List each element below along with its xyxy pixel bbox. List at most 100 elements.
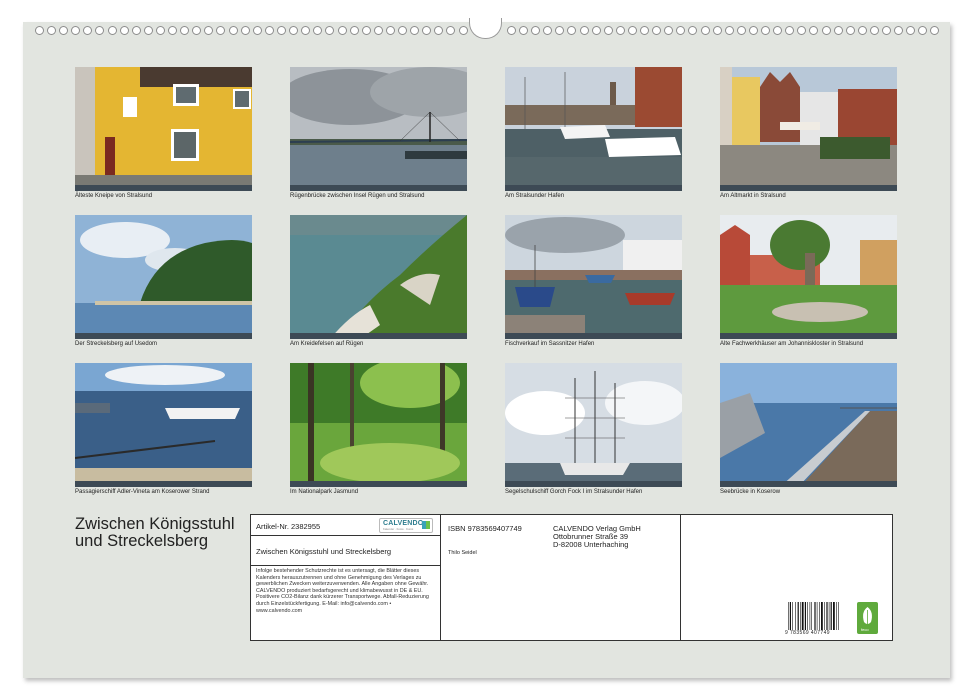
photo-image — [75, 215, 252, 339]
binding-hole — [204, 26, 213, 35]
binding-hole — [555, 26, 564, 35]
binding-hole — [930, 26, 939, 35]
binding-hole — [313, 26, 322, 35]
binding-hole — [918, 26, 927, 35]
binding-hole — [894, 26, 903, 35]
binding-hole — [761, 26, 770, 35]
binding-hole — [156, 26, 165, 35]
photo-chalk-cliff — [290, 215, 467, 339]
photo-caption: Im Nationalpark Jasmund — [290, 489, 359, 495]
barcode — [788, 602, 839, 630]
binding-hole — [822, 26, 831, 35]
binding-hole — [749, 26, 758, 35]
photo-caption: Seebrücke in Koserow — [720, 489, 781, 495]
photo-caption: Fischverkauf im Sassnitzer Hafen — [505, 341, 595, 347]
photo-image — [720, 67, 897, 191]
photo-image — [505, 363, 682, 487]
binding-hole — [410, 26, 419, 35]
binding-hole — [95, 26, 104, 35]
photo-caption: Segelschulschiff Gorch Fock I im Stralsu… — [505, 489, 643, 495]
binding-hole — [628, 26, 637, 35]
title-line-1: Zwischen Königsstuhl — [75, 515, 235, 533]
photo-yellow-house — [75, 67, 252, 191]
photo-caption: Älteste Kneipe von Stralsund — [75, 193, 153, 199]
binding-hole — [422, 26, 431, 35]
binding-hole — [301, 26, 310, 35]
binding-hole — [35, 26, 44, 35]
divider — [251, 565, 440, 566]
author: Thilo Seidel — [448, 550, 477, 556]
binding-hole — [882, 26, 891, 35]
binding-hole — [676, 26, 685, 35]
calendar-title: Zwischen Königsstuhl und Streckelsberg — [75, 516, 235, 550]
divider — [680, 515, 681, 640]
binding-hole — [362, 26, 371, 35]
photo-image — [290, 67, 467, 191]
binding-hole — [132, 26, 141, 35]
photo-old-market — [720, 67, 897, 191]
binding-hole — [241, 26, 250, 35]
binding-hole — [567, 26, 576, 35]
binding-hole — [870, 26, 879, 35]
binding-hole — [773, 26, 782, 35]
photo-caption: Am Stralsunder Hafen — [505, 193, 565, 199]
binding-hole — [688, 26, 697, 35]
photo-harbor — [505, 67, 682, 191]
photo-passenger-ship — [75, 363, 252, 487]
binding-hole — [604, 26, 613, 35]
binding-hole — [434, 26, 443, 35]
binding-hole — [725, 26, 734, 35]
binding-hole — [350, 26, 359, 35]
binding-hole — [785, 26, 794, 35]
publisher-city: D-82008 Unterhaching — [553, 540, 629, 549]
logo-mark-icon — [426, 521, 430, 529]
binding-hole — [846, 26, 855, 35]
binding-hole — [616, 26, 625, 35]
binding-hole — [713, 26, 722, 35]
logo-subtitle: Kalender · Fotos · Kunst — [383, 527, 414, 531]
binding-hole — [83, 26, 92, 35]
photo-image — [75, 363, 252, 487]
binding-hole — [809, 26, 818, 35]
photo-caption: Der Streckelsberg auf Usedom — [75, 341, 158, 347]
binding-hole — [507, 26, 516, 35]
binding-hole — [906, 26, 915, 35]
binding-hole — [640, 26, 649, 35]
binding-hole — [338, 26, 347, 35]
binding-hole — [47, 26, 56, 35]
photo-image — [720, 363, 897, 487]
ean-number: 9 783569 407749 — [785, 630, 830, 636]
binding-hole — [168, 26, 177, 35]
binding-hole — [144, 26, 153, 35]
binding-hole — [701, 26, 710, 35]
isbn: ISBN 9783569407749 — [448, 524, 522, 533]
photo-bridge — [290, 67, 467, 191]
binding-hole — [737, 26, 746, 35]
photo-half-timbered — [720, 215, 897, 339]
photo-caption: Am Kreidefelsen auf Rügen — [290, 341, 364, 347]
photo-cliff-sea — [75, 215, 252, 339]
binding-hole — [265, 26, 274, 35]
binding-hole — [229, 26, 238, 35]
photo-caption: Am Altmarkt in Stralsund — [720, 193, 786, 199]
logo-text: CALVENDO — [383, 520, 424, 527]
feco-label: feco — [861, 627, 869, 632]
legal-text: Infolge bestehender Schutzrechte ist es … — [256, 568, 429, 614]
binding-hole — [834, 26, 843, 35]
binding-hole — [120, 26, 129, 35]
photo-image — [505, 67, 682, 191]
binding-hole — [519, 26, 528, 35]
binding-hole — [253, 26, 262, 35]
binding-hole — [277, 26, 286, 35]
binding-hole — [543, 26, 552, 35]
binding-hole — [59, 26, 68, 35]
photo-image — [290, 215, 467, 339]
photo-caption: Rügenbrücke zwischen Insel Rügen und Str… — [290, 193, 425, 199]
product-title: Zwischen Königsstuhl und Streckelsberg — [256, 547, 392, 556]
binding-hole — [531, 26, 540, 35]
calvendo-logo: CALVENDO Kalender · Fotos · Kunst — [379, 518, 433, 533]
photo-pier — [720, 363, 897, 487]
binding-hole — [192, 26, 201, 35]
photo-image — [720, 215, 897, 339]
photo-image — [290, 363, 467, 487]
